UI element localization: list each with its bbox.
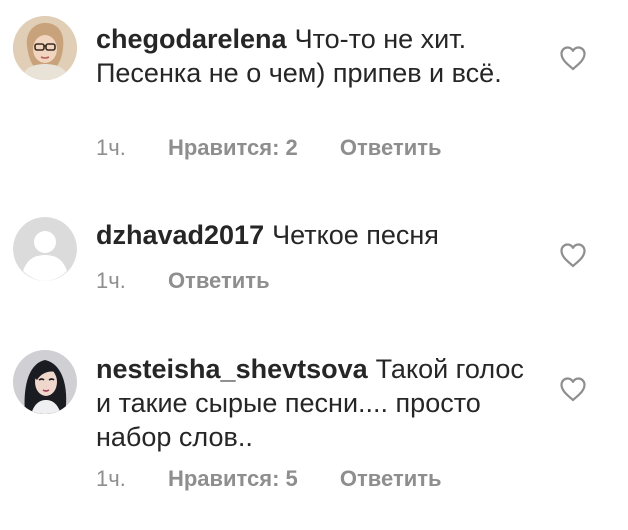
avatar[interactable]: [13, 350, 77, 414]
comment-item: chegodarelena Что-то не хит. Песенка не о…: [0, 0, 628, 180]
comment-username[interactable]: nesteisha_shevtsova: [96, 354, 368, 384]
default-user-avatar-image: [13, 217, 77, 281]
comment-time[interactable]: 1ч.: [96, 268, 126, 293]
comment-item: nesteisha_shevtsova Такой голос и такие с…: [0, 330, 628, 530]
comment-likes[interactable]: Нравится: 5: [168, 466, 298, 491]
woman-dark-hair-avatar-image: [13, 350, 77, 414]
comment-time[interactable]: 1ч.: [96, 135, 126, 160]
avatar[interactable]: [13, 217, 77, 281]
comment-time[interactable]: 1ч.: [96, 466, 126, 491]
heart-outline-icon[interactable]: [559, 376, 587, 402]
heart-outline-icon[interactable]: [559, 45, 587, 71]
comment-likes[interactable]: Нравится: 2: [168, 135, 298, 160]
comment-text: chegodarelena Что-то не хит. Песенка не о…: [96, 22, 536, 90]
reply-button[interactable]: Ответить: [340, 466, 442, 491]
avatar[interactable]: [13, 16, 77, 80]
comment-text: nesteisha_shevtsova Такой голос и такие с…: [96, 352, 536, 454]
comment-username[interactable]: chegodarelena: [96, 24, 287, 54]
comment-item: dzhavad2017 Четкое песня 1ч. Ответить: [0, 180, 628, 330]
comment-meta: 1ч. Нравится: 5 Ответить: [96, 466, 442, 492]
comment-username[interactable]: dzhavad2017: [96, 220, 264, 250]
comment-text: dzhavad2017 Четкое песня: [96, 218, 536, 252]
woman-with-glasses-avatar-image: [13, 16, 77, 80]
reply-button[interactable]: Ответить: [168, 268, 270, 293]
comment-meta: 1ч. Нравится: 2 Ответить: [96, 135, 442, 161]
heart-outline-icon[interactable]: [559, 242, 587, 268]
comment-meta: 1ч. Ответить: [96, 268, 270, 294]
comment-body: Четкое песня: [272, 220, 439, 250]
reply-button[interactable]: Ответить: [340, 135, 442, 160]
